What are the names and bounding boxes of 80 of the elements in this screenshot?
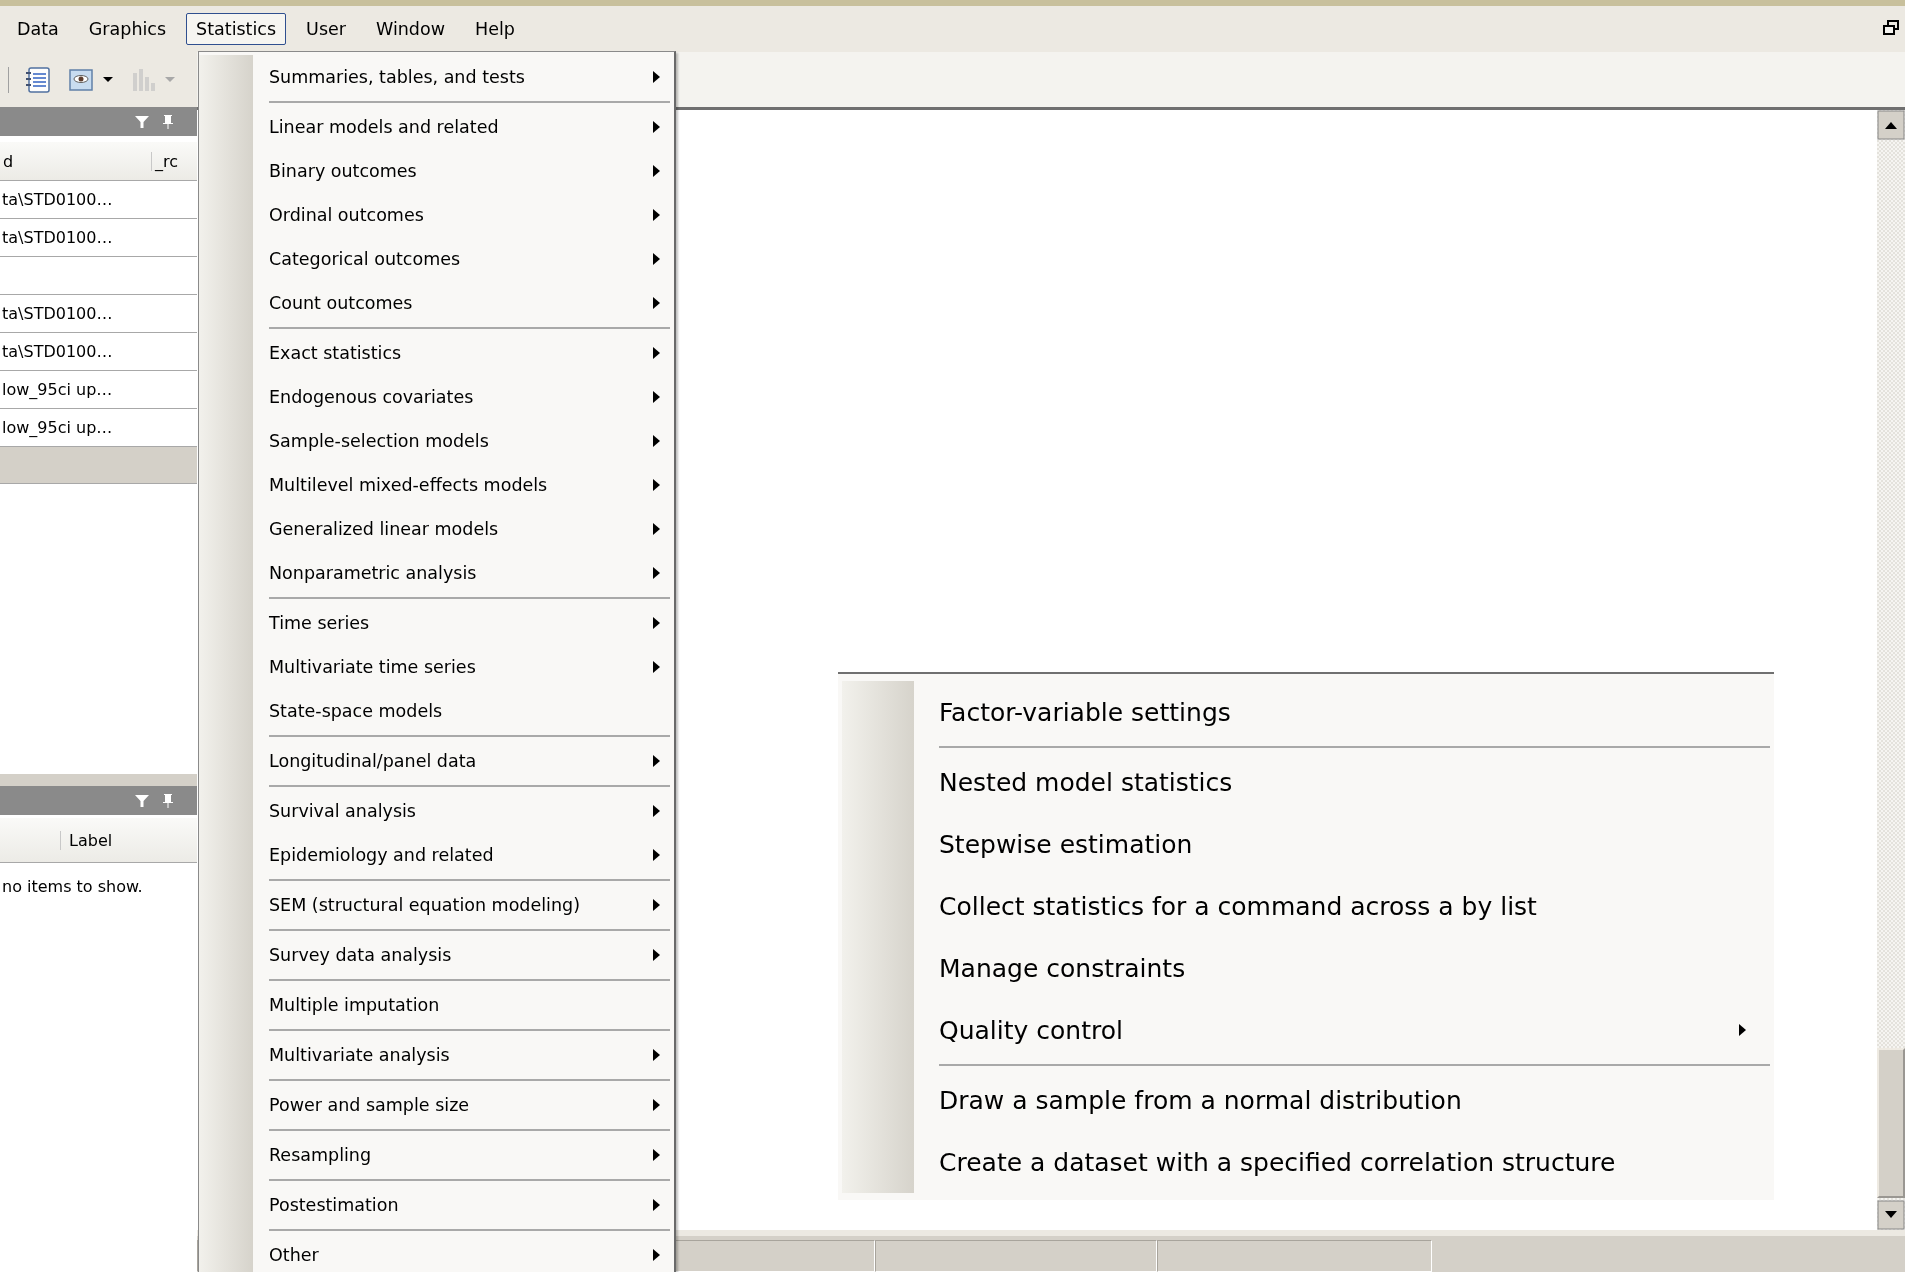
submenu-arrow-icon (653, 1099, 660, 1111)
submenu-arrow-icon (653, 567, 660, 579)
menu-item[interactable]: Window (365, 13, 455, 45)
submenu-arrow-icon (653, 755, 660, 767)
filter-icon[interactable] (135, 793, 149, 808)
submenu-arrow-icon (653, 1049, 660, 1061)
menu-item[interactable]: Linear models and related (269, 117, 499, 137)
submenu-arrow-icon (653, 165, 660, 177)
submenu-arrow-icon (653, 899, 660, 911)
restore-window-icon[interactable] (1883, 20, 1899, 36)
menu-item[interactable]: State-space models (269, 701, 443, 721)
submenu-arrow-icon (653, 121, 660, 133)
submenu-arrow-icon (653, 391, 660, 403)
empty-message: no items to show. (1, 876, 144, 896)
menu-item[interactable]: Sample-selection models (269, 431, 489, 451)
menu-item[interactable]: Longitudinal/panel data (269, 751, 477, 771)
submenu-arrow-icon (653, 479, 660, 491)
submenu-arrow-icon (653, 949, 660, 961)
menu-item[interactable]: Statistics (186, 13, 287, 45)
menu-item[interactable]: Quality control (939, 1015, 1123, 1045)
menu-item[interactable]: Time series (269, 613, 370, 633)
eye-icon[interactable] (69, 66, 95, 93)
submenu-arrow-icon (653, 1249, 660, 1261)
menu-item[interactable]: Data (7, 13, 69, 45)
notebook-icon[interactable] (25, 66, 51, 93)
menu-item[interactable]: User (296, 13, 356, 45)
menu-item[interactable]: Binary outcomes (269, 161, 417, 181)
menu-item[interactable]: Generalized linear models (269, 519, 499, 539)
submenu-arrow-icon (653, 523, 660, 535)
scroll-up-button[interactable] (1877, 110, 1905, 140)
menu-item[interactable]: Summaries, tables, and tests (269, 67, 525, 87)
column-header[interactable]: d (0, 151, 151, 171)
menu-item[interactable]: Help (465, 13, 525, 45)
submenu-arrow-icon (653, 1149, 660, 1161)
submenu-arrow-icon (653, 435, 660, 447)
menu-item[interactable]: Create a dataset with a specified correlation structure (939, 1147, 1616, 1177)
submenu-arrow-icon (653, 253, 660, 265)
menu-item[interactable]: Power and sample size (269, 1095, 470, 1115)
menu-item[interactable]: Resampling (269, 1145, 372, 1165)
submenu-arrow-icon (653, 661, 660, 673)
menu-item[interactable]: Draw a sample from a normal distribution (939, 1085, 1462, 1115)
column-header[interactable]: Label (60, 830, 113, 850)
vertical-scrollbar[interactable] (1877, 110, 1905, 1230)
menu-item[interactable]: Multivariate analysis (269, 1045, 450, 1065)
submenu-arrow-icon (1739, 1024, 1746, 1036)
menu-item[interactable]: Count outcomes (269, 293, 413, 313)
menu-item[interactable]: Multilevel mixed-effects models (269, 475, 548, 495)
scroll-thumb[interactable] (1877, 1048, 1905, 1198)
pin-icon[interactable] (161, 113, 175, 130)
menu-item[interactable]: Collect statistics for a command across a by list (939, 891, 1537, 921)
menu-item[interactable]: Manage constraints (939, 953, 1186, 983)
menu-item[interactable]: Survey data analysis (269, 945, 452, 965)
menu-item[interactable]: Categorical outcomes (269, 249, 461, 269)
menu-item[interactable]: Stepwise estimation (939, 829, 1193, 859)
menu-item[interactable]: Ordinal outcomes (269, 205, 424, 225)
menu-item[interactable]: Multivariate time series (269, 657, 476, 677)
menu-item[interactable]: Graphics (78, 13, 177, 45)
menu-item[interactable]: Exact statistics (269, 343, 402, 363)
menu-item[interactable]: Survival analysis (269, 801, 416, 821)
menu-item[interactable]: Postestimation (269, 1195, 399, 1215)
submenu-arrow-icon (653, 209, 660, 221)
menu-item[interactable]: Nested model statistics (939, 767, 1233, 797)
menu-item[interactable]: Epidemiology and related (269, 845, 494, 865)
pin-icon[interactable] (161, 792, 175, 809)
menu-item[interactable]: Factor-variable settings (939, 697, 1231, 727)
submenu-arrow-icon (653, 71, 660, 83)
dropdown-caret-icon[interactable] (103, 76, 113, 83)
menu-item[interactable]: Other (269, 1245, 319, 1265)
menu-item[interactable]: SEM (structural equation modeling) (269, 895, 580, 915)
filter-icon[interactable] (135, 114, 149, 129)
submenu-arrow-icon (653, 347, 660, 359)
submenu-arrow-icon (653, 1199, 660, 1211)
menu-item[interactable]: Endogenous covariates (269, 387, 474, 407)
submenu-arrow-icon (653, 849, 660, 861)
menu-item[interactable]: Nonparametric analysis (269, 563, 477, 583)
submenu-arrow-icon (653, 617, 660, 629)
menu-item[interactable]: Multiple imputation (269, 995, 440, 1015)
submenu-arrow-icon (653, 297, 660, 309)
submenu-arrow-icon (653, 805, 660, 817)
scroll-down-button[interactable] (1877, 1200, 1905, 1230)
